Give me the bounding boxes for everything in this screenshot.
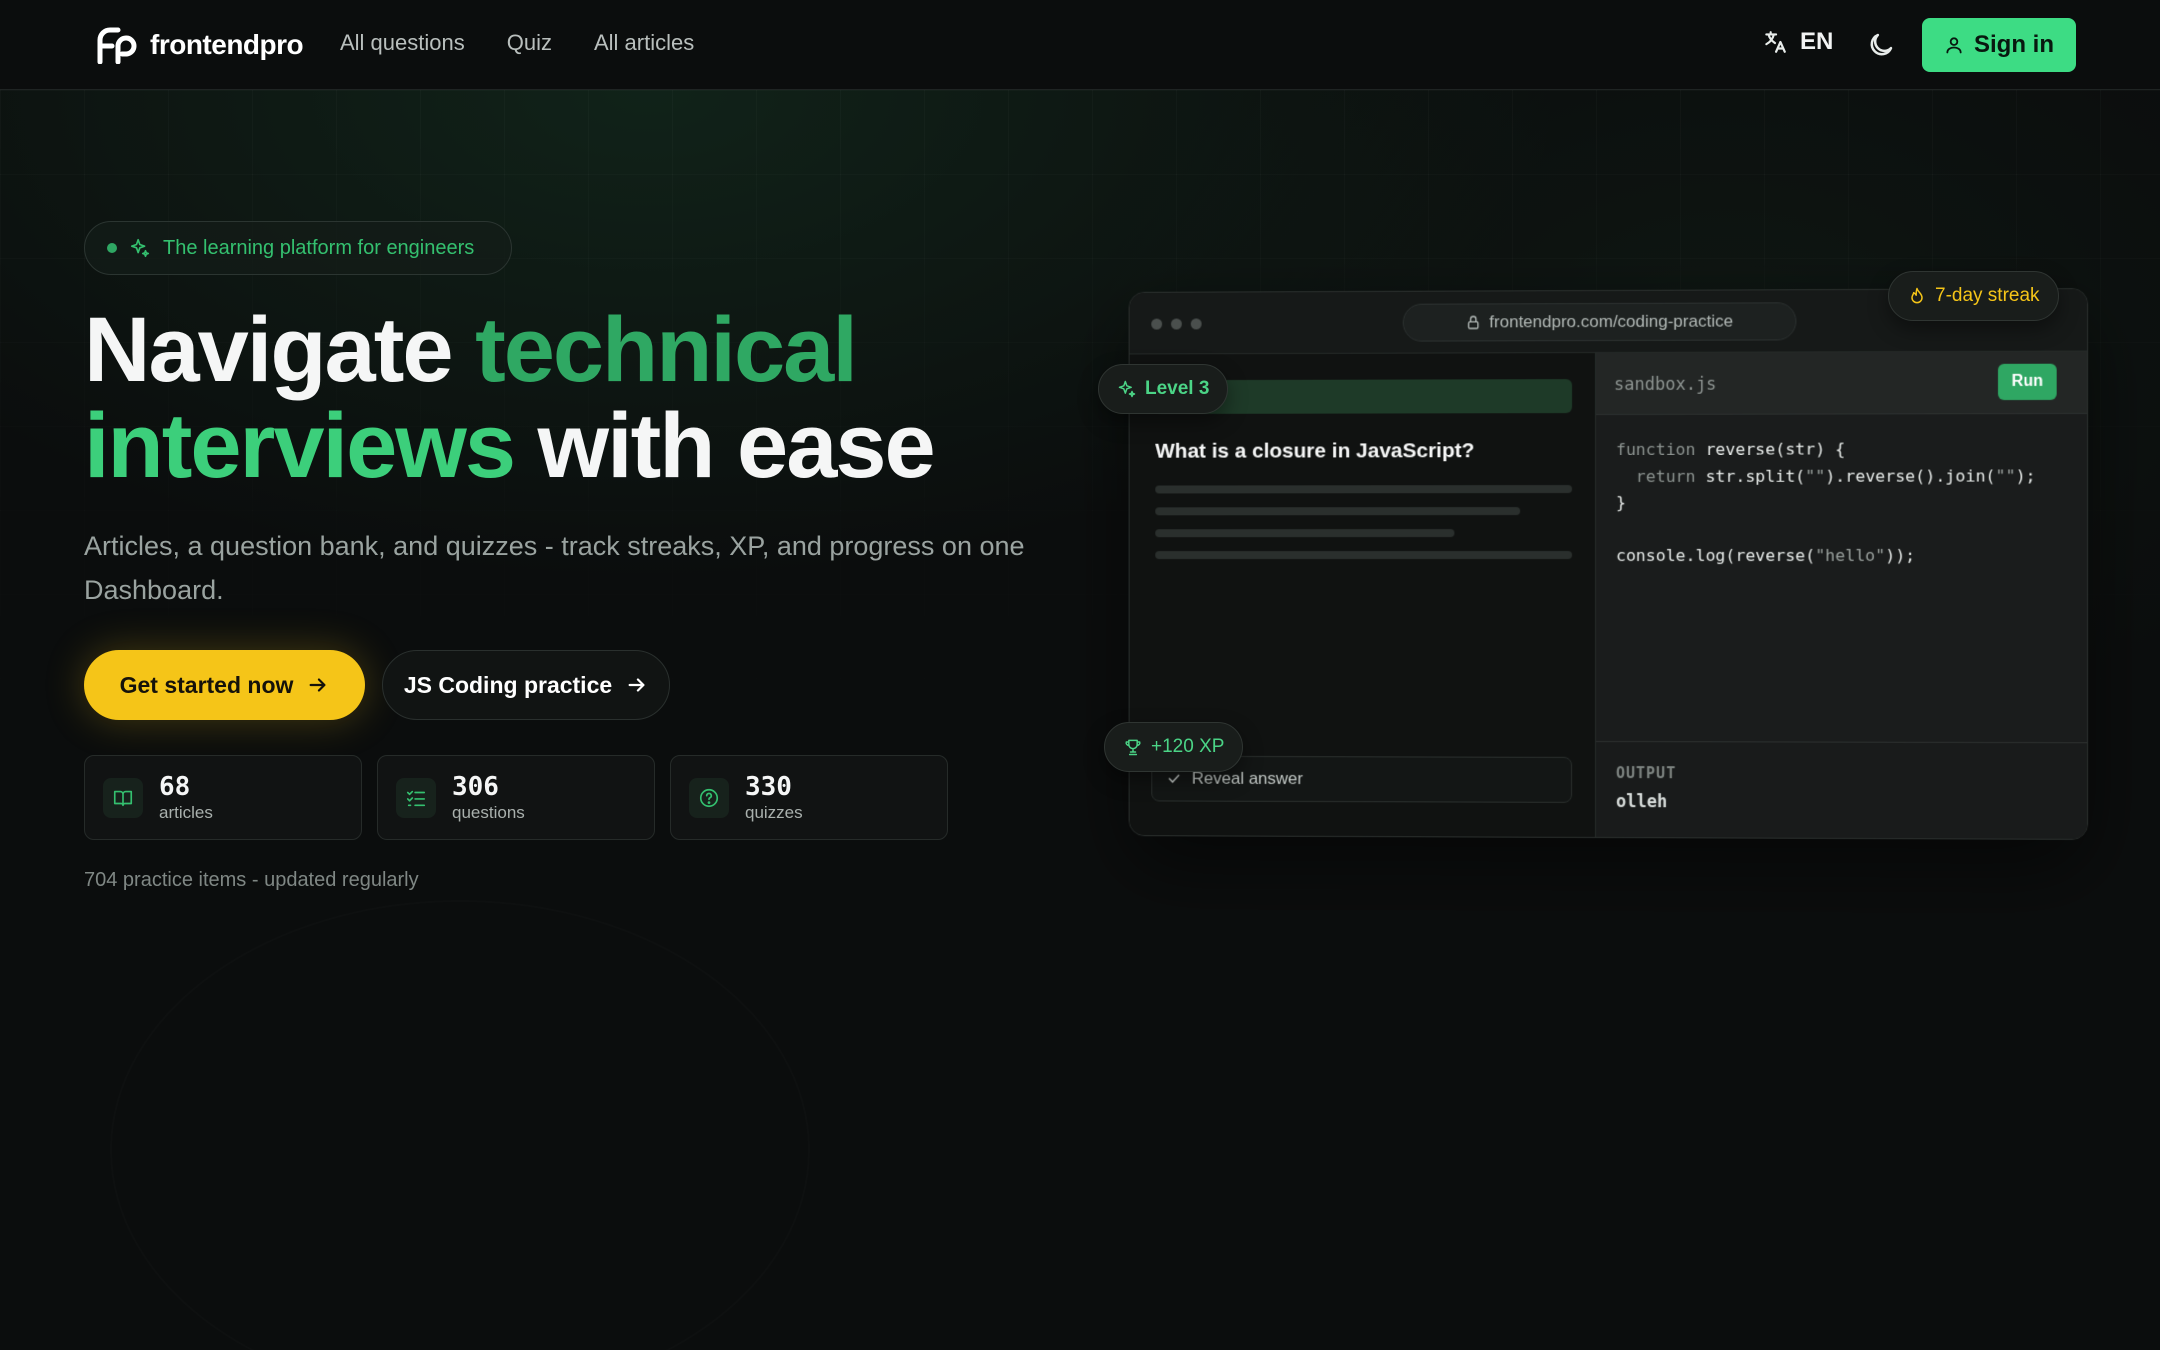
- code-token: "": [1995, 465, 2016, 486]
- brand-logo[interactable]: frontendpro: [96, 26, 304, 64]
- code-token: return: [1615, 466, 1696, 486]
- nav-link-all-questions[interactable]: All questions: [340, 30, 465, 56]
- level-text: Level 3: [1145, 378, 1210, 399]
- top-navbar: frontendpro All questions Quiz All artic…: [0, 0, 2160, 90]
- main-nav: All questions Quiz All articles: [340, 30, 694, 56]
- js-coding-practice-label: JS Coding practice: [403, 671, 613, 698]
- headline-part-4: with ease: [513, 395, 936, 497]
- list-checks-icon: [406, 790, 426, 806]
- xp-text: +120 XP: [1151, 736, 1225, 757]
- arrow-right-icon: [628, 678, 645, 692]
- frontendpro-logo-icon: [97, 27, 137, 64]
- run-button[interactable]: Run: [1997, 363, 2057, 401]
- code-token: );: [2015, 465, 2036, 486]
- window-dot: [1190, 318, 1202, 330]
- stat-value: 330: [745, 771, 792, 802]
- sparkles-icon: [130, 238, 150, 258]
- hero-subtitle: Articles, a question bank, and quizzes -…: [84, 531, 1025, 605]
- placeholder-line: [1155, 507, 1521, 516]
- sparkles-icon: [1118, 380, 1136, 398]
- url-text: frontendpro.com/coding-practice: [1489, 311, 1734, 332]
- language-switcher[interactable]: EN: [1762, 28, 1833, 56]
- editor-header: sandbox.js Run: [1596, 351, 2089, 416]
- code-token: ));: [1885, 545, 1916, 566]
- trophy-icon: [1125, 739, 1141, 756]
- code-editor-pane: sandbox.js Run function reverse(str) { r…: [1596, 351, 2089, 840]
- moon-icon[interactable]: [1866, 30, 1896, 60]
- output-value: olleh: [1615, 792, 1668, 813]
- sign-in-label: Sign in: [1974, 31, 2054, 58]
- placeholder-line: [1155, 529, 1455, 538]
- tagline-text: The learning platform for engineers: [163, 236, 475, 259]
- code-token: "hello": [1815, 545, 1886, 566]
- code-token: str.split(: [1695, 466, 1806, 486]
- user-icon: [1946, 37, 1962, 54]
- code-token: ).reverse().join(: [1825, 465, 1996, 486]
- code-token: "": [1805, 466, 1826, 486]
- nav-link-quiz[interactable]: Quiz: [507, 30, 552, 56]
- code-block[interactable]: function reverse(str) { return str.split…: [1616, 436, 2036, 569]
- hero-headline: Navigate technical interviews with ease: [84, 302, 1084, 494]
- stat-icon-box: [396, 777, 436, 818]
- js-coding-practice-button[interactable]: JS Coding practice: [382, 650, 670, 720]
- get-started-button[interactable]: Get started now: [84, 650, 365, 720]
- headline-part-3: interviews: [84, 395, 516, 497]
- headline-part-2: technical: [475, 299, 858, 401]
- get-started-label: Get started now: [119, 671, 294, 698]
- code-token: reverse(str) {: [1695, 439, 1846, 459]
- window-dot: [1151, 318, 1163, 330]
- tagline-pill: The learning platform for engineers: [84, 221, 512, 275]
- placeholder-line: [1155, 551, 1573, 560]
- arrow-right-icon: [309, 678, 326, 692]
- book-open-icon: [113, 790, 133, 806]
- brand-name: frontendpro: [150, 29, 304, 60]
- stat-icon-box: [689, 777, 729, 818]
- stat-label: articles: [159, 802, 213, 822]
- question-title: What is a closure in JavaScript?: [1155, 439, 1475, 463]
- code-token: }: [1615, 492, 1626, 512]
- output-label: OUTPUT: [1615, 764, 1677, 783]
- streak-text: 7-day streak: [1935, 285, 2040, 306]
- stat-label: questions: [452, 802, 525, 822]
- nav-link-all-articles[interactable]: All articles: [594, 30, 694, 56]
- translate-icon: [1765, 31, 1786, 53]
- stat-card-articles[interactable]: 68 articles: [84, 755, 362, 840]
- address-bar: frontendpro.com/coding-practice: [1402, 302, 1797, 342]
- xp-badge: +120 XP: [1104, 722, 1244, 772]
- code-token: function: [1615, 439, 1696, 459]
- window-dots: [1151, 318, 1202, 330]
- flame-icon: [1911, 287, 1923, 304]
- stat-card-questions[interactable]: 306 questions: [377, 755, 655, 840]
- practice-items-note: 704 practice items - updated regularly: [84, 869, 419, 891]
- streak-badge: 7-day streak: [1888, 271, 2059, 321]
- lock-icon: [1465, 314, 1481, 330]
- code-token: console.log(reverse(: [1615, 545, 1816, 566]
- window-dot: [1171, 318, 1182, 330]
- stat-icon-box: [103, 777, 143, 818]
- placeholder-line: [1155, 485, 1573, 494]
- headline-part-1: Navigate: [84, 299, 476, 401]
- file-name: sandbox.js: [1613, 374, 1717, 395]
- stats-row: 68 articles 306 questions 330 quizzes: [84, 755, 948, 840]
- language-code: EN: [1800, 28, 1834, 55]
- stat-label: quizzes: [745, 802, 803, 822]
- check-icon: [1166, 771, 1182, 787]
- level-badge: Level 3: [1098, 364, 1229, 414]
- stat-value: 68: [159, 771, 191, 802]
- app-preview-mockup: frontendpro.com/coding-practice What is …: [1128, 288, 2089, 840]
- help-circle-icon: [699, 788, 719, 807]
- output-panel: OUTPUT olleh: [1596, 740, 2089, 840]
- stat-value: 306: [452, 771, 499, 802]
- sign-in-button[interactable]: Sign in: [1922, 18, 2076, 72]
- pill-dot: [107, 243, 117, 253]
- stat-card-quizzes[interactable]: 330 quizzes: [670, 755, 948, 840]
- background-ring: [110, 900, 810, 1350]
